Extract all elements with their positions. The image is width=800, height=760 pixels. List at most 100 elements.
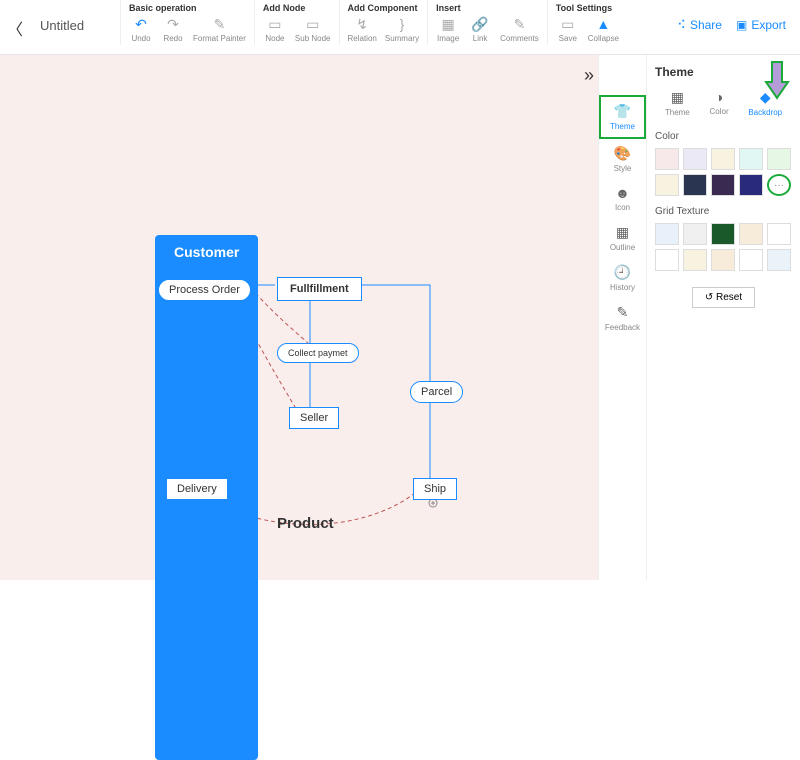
sidebar-label: History [610, 283, 635, 292]
more-colors-button[interactable]: ··· [767, 174, 791, 196]
node-collect-paymet[interactable]: Collect paymet [277, 343, 359, 363]
image-button[interactable]: ▦Image [436, 15, 460, 43]
share-icon: ⠪ [677, 18, 686, 32]
node-delivery[interactable]: Delivery [166, 478, 228, 500]
color-swatch[interactable] [767, 148, 791, 170]
section-color-label: Color [655, 131, 792, 142]
tool-label: Relation [348, 34, 377, 43]
color-swatch[interactable] [739, 174, 763, 196]
icon-icon: ☻ [615, 185, 630, 201]
tab-theme[interactable]: ▦Theme [665, 89, 690, 117]
tool-label: Node [265, 34, 284, 43]
tool-group-title: Basic operation [129, 3, 246, 13]
comments-button[interactable]: ✎Comments [500, 15, 539, 43]
outline-icon: ▦ [616, 224, 629, 241]
sidebar-label: Outline [610, 243, 635, 252]
color-swatch[interactable] [711, 148, 735, 170]
save-icon: ▭ [559, 15, 577, 33]
save-button[interactable]: ▭Save [556, 15, 580, 43]
sidebar-label: Feedback [605, 323, 640, 332]
tool-group-title: Add Node [263, 3, 331, 13]
node-parcel[interactable]: Parcel [410, 381, 463, 403]
collapse-button[interactable]: ▲Collapse [588, 15, 619, 43]
color-swatch[interactable] [711, 223, 735, 245]
color-swatch[interactable] [683, 249, 707, 271]
document-title[interactable]: Untitled [30, 0, 120, 51]
color-swatch[interactable] [711, 249, 735, 271]
relation-button[interactable]: ↯Relation [348, 15, 377, 43]
sidebar-theme[interactable]: 👕 Theme [599, 95, 646, 139]
section-grid-label: Grid Texture [655, 206, 792, 217]
summary-icon: } [393, 15, 411, 33]
color-swatch[interactable] [683, 148, 707, 170]
color-swatch[interactable] [683, 223, 707, 245]
feedback-icon: ✎ [617, 304, 629, 321]
tool-group-title: Add Component [348, 3, 420, 13]
history-icon: 🕘 [614, 264, 631, 281]
sidebar-icon[interactable]: ☻Icon [599, 179, 646, 218]
color-swatch[interactable] [655, 249, 679, 271]
sub-node-button[interactable]: ▭Sub Node [295, 15, 331, 43]
collapse-icon: ▲ [594, 15, 612, 33]
node-seller[interactable]: Seller [289, 407, 339, 429]
node-icon: ▭ [266, 15, 284, 33]
tool-label: Undo [131, 34, 150, 43]
redo-icon: ↷ [164, 15, 182, 33]
sidebar-label: Theme [610, 122, 635, 131]
sidebar-label: Style [614, 164, 632, 173]
color-swatch[interactable] [655, 174, 679, 196]
tool-label: Collapse [588, 34, 619, 43]
node-button[interactable]: ▭Node [263, 15, 287, 43]
summary-button[interactable]: }Summary [385, 15, 419, 43]
format-painter-icon: ✎ [210, 15, 228, 33]
export-button[interactable]: ▣Export [736, 18, 786, 32]
undo-icon: ↶ [132, 15, 150, 33]
canvas[interactable]: Customer Process Order Fullfillment Coll… [0, 55, 598, 580]
color-swatch[interactable] [739, 148, 763, 170]
tool-label: Image [437, 34, 459, 43]
color-swatch[interactable] [739, 249, 763, 271]
tool-group-title: Tool Settings [556, 3, 619, 13]
tab-label: Backdrop [748, 108, 782, 117]
node-process-order[interactable]: Process Order [158, 279, 251, 301]
tool-label: Format Painter [193, 34, 246, 43]
sub-node-icon: ▭ [304, 15, 322, 33]
hint-arrow-icon [764, 60, 790, 100]
tab-color[interactable]: ◑Color [709, 89, 728, 117]
theme-icon: 👕 [614, 103, 631, 120]
tool-label: Summary [385, 34, 419, 43]
reset-button[interactable]: ↺ Reset [692, 287, 755, 308]
color-swatch[interactable] [767, 249, 791, 271]
color-swatch[interactable] [767, 223, 791, 245]
node-ship[interactable]: Ship [413, 478, 457, 500]
tool-label: Redo [163, 34, 182, 43]
color-swatch[interactable] [739, 223, 763, 245]
redo-button[interactable]: ↷Redo [161, 15, 185, 43]
color-swatch[interactable] [683, 174, 707, 196]
relation-icon: ↯ [353, 15, 371, 33]
tool-label: Save [559, 34, 577, 43]
format-painter-button[interactable]: ✎Format Painter [193, 15, 246, 43]
sidebar-feedback[interactable]: ✎ Feedback [599, 298, 646, 338]
sidebar-history[interactable]: 🕘 History [599, 258, 646, 298]
link-icon: 🔗 [471, 15, 489, 33]
link-button[interactable]: 🔗Link [468, 15, 492, 43]
tool-label: Comments [500, 34, 539, 43]
color-swatch[interactable] [711, 174, 735, 196]
sidebar-outline[interactable]: ▦ Outline [599, 218, 646, 258]
sidebar-style[interactable]: 🎨 Style [599, 139, 646, 179]
color-icon: ◑ [715, 89, 723, 105]
node-fullfillment[interactable]: Fullfillment [277, 277, 362, 301]
collapse-panel-button[interactable]: » [584, 65, 594, 86]
style-icon: 🎨 [614, 145, 631, 162]
share-button[interactable]: ⠪Share [677, 18, 722, 32]
color-swatch[interactable] [655, 148, 679, 170]
undo-button[interactable]: ↶Undo [129, 15, 153, 43]
comments-icon: ✎ [510, 15, 528, 33]
back-button[interactable]: 〈 [0, 0, 30, 55]
tool-label: Sub Node [295, 34, 331, 43]
color-swatch[interactable] [655, 223, 679, 245]
floating-label-product: Product [277, 515, 334, 532]
tool-group-title: Insert [436, 3, 539, 13]
tab-label: Theme [665, 108, 690, 117]
